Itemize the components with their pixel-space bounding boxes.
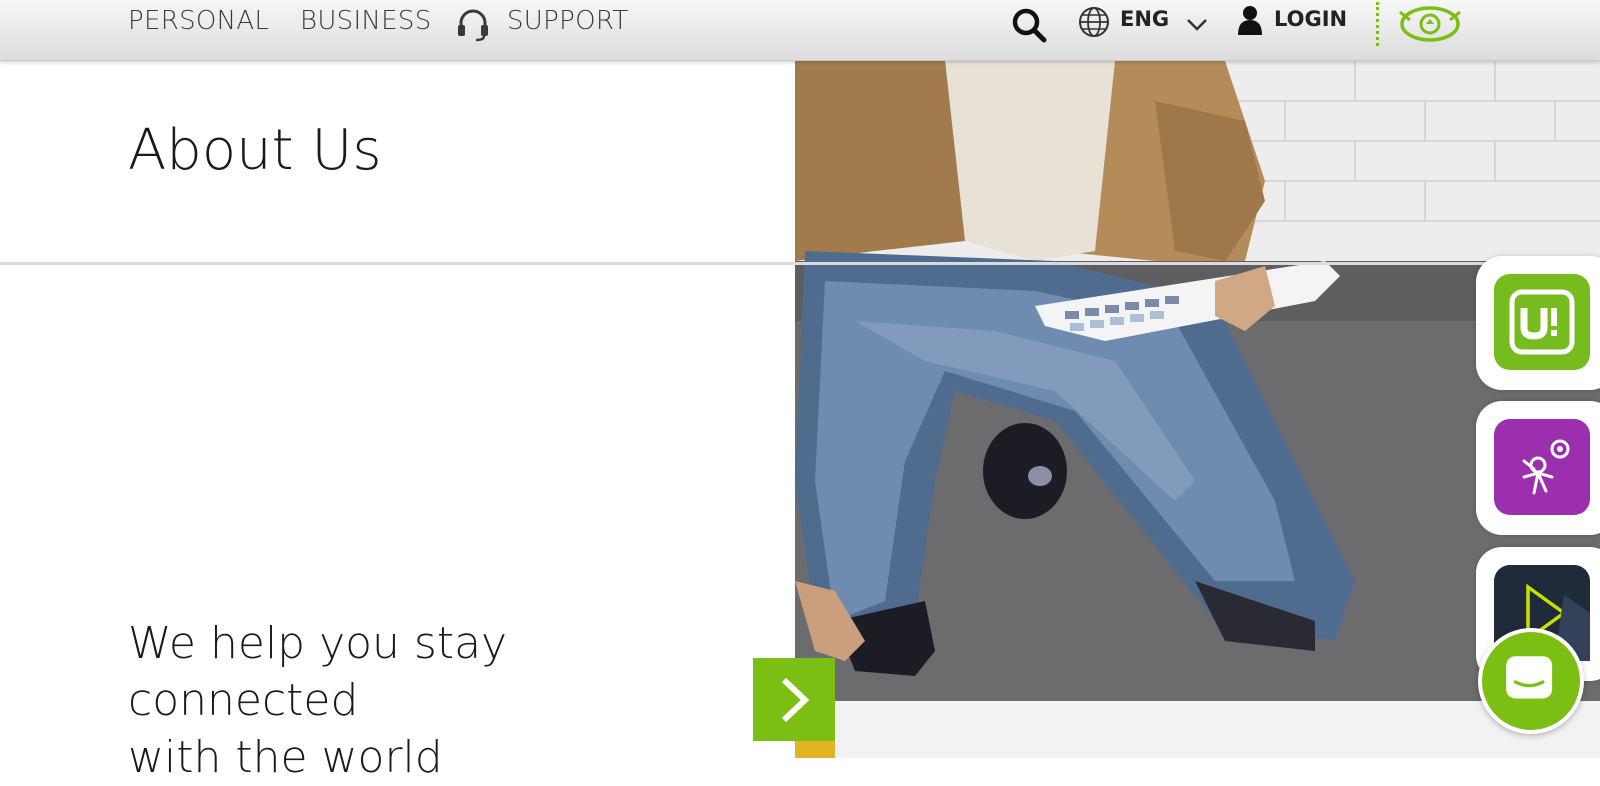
globe-icon[interactable] [1077,5,1111,39]
headset-icon[interactable] [456,8,490,42]
app-card-kids [1476,401,1600,535]
top-navigation-bar: PERSONAL BUSINESS SUPPORT ENG LOGIN [0,0,1600,61]
u-sim-app-icon[interactable] [1494,274,1590,370]
search-icon[interactable] [1010,4,1050,44]
nav-personal-link[interactable]: PERSONAL [128,6,269,36]
brand-logo-icon[interactable] [1398,2,1462,46]
tagline-line-1: We help you stay connected [128,618,508,726]
user-icon[interactable] [1237,5,1263,35]
app-card-u-sim [1476,256,1600,390]
section-divider [0,262,1600,265]
nav-business-link[interactable]: BUSINESS [300,6,432,36]
kids-app-icon[interactable] [1494,419,1590,515]
language-selector[interactable]: ENG [1120,7,1169,31]
chat-icon [1506,656,1553,699]
nav-support-link[interactable]: SUPPORT [507,6,629,36]
tagline: We help you stay connected with the worl… [128,615,728,786]
login-link[interactable]: LOGIN [1274,7,1347,31]
next-slide-button[interactable] [753,658,835,741]
chevron-down-icon[interactable] [1185,14,1209,34]
nav-divider [1376,2,1383,46]
chevron-right-icon [781,677,810,723]
page-title: About Us [128,118,382,183]
chat-button[interactable] [1478,628,1584,734]
